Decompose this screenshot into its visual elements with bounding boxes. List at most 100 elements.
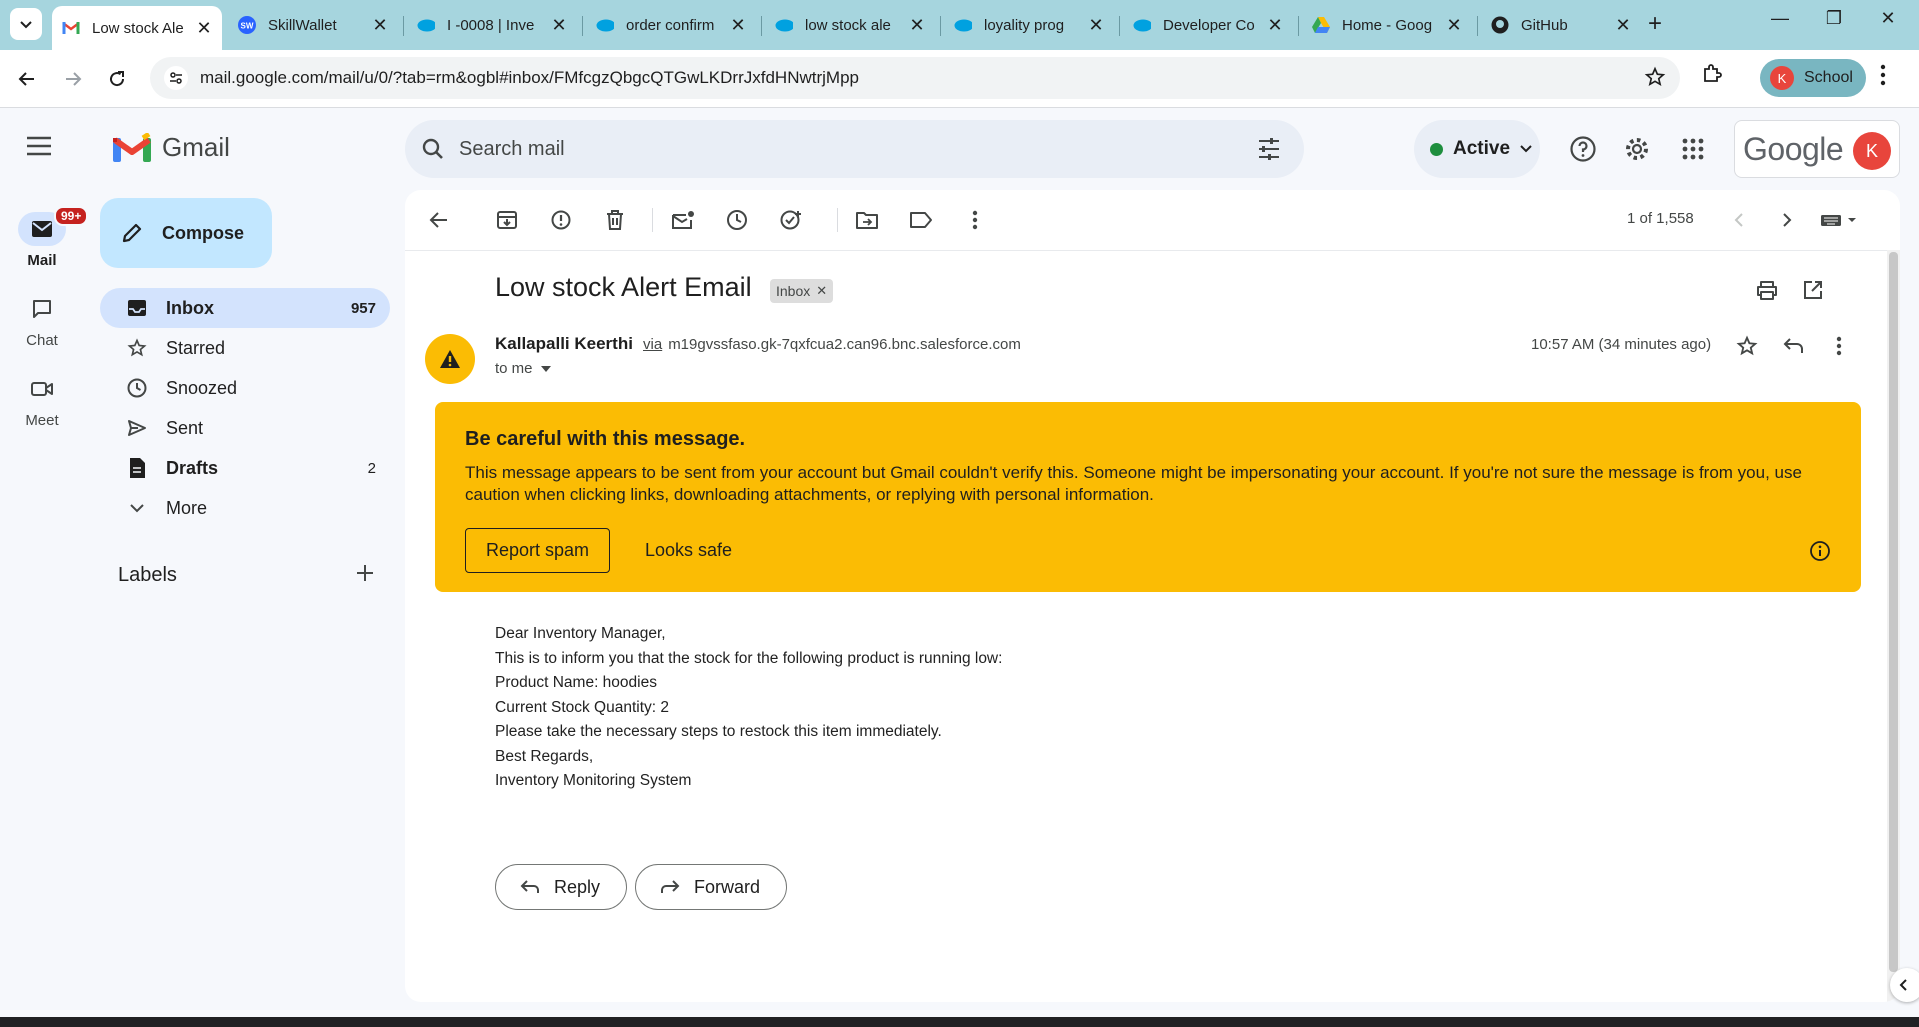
search-bar[interactable]: Search mail [405,120,1304,178]
email-timestamp: 10:57 AM (34 minutes ago) [1531,336,1712,353]
folder-sent[interactable]: Sent [100,408,390,448]
salesforce-icon [1133,16,1151,34]
browser-menu-icon[interactable] [1880,64,1886,91]
address-bar[interactable]: mail.google.com/mail/u/0/?tab=rm&ogbl#in… [150,57,1680,99]
reload-icon[interactable] [100,62,134,96]
message-more-options-icon[interactable] [1823,330,1855,362]
new-tab-plus-icon[interactable]: + [1648,10,1662,38]
status-dot-icon [1430,142,1443,156]
sender-name[interactable]: Kallapalli Keerthi [495,334,633,354]
info-icon[interactable] [1809,540,1831,567]
help-icon[interactable] [1566,132,1600,166]
extensions-puzzle-icon[interactable] [1700,62,1724,91]
close-tab-icon[interactable]: ✕ [1088,15,1104,36]
print-icon[interactable] [1751,274,1783,306]
profile-name: School [1804,69,1853,86]
close-tab-icon[interactable]: ✕ [372,15,388,36]
rail-mail[interactable]: 99+ Mail [18,206,89,269]
tab-low-stock[interactable]: low stock ale ✕ [765,6,935,44]
gmail-logo[interactable]: Gmail [112,132,230,163]
side-panel-toggle-chevron-icon[interactable] [1890,968,1919,1002]
tab-loyalty[interactable]: loyality prog ✕ [944,6,1114,44]
tab-separator [940,16,941,36]
site-info-icon[interactable] [164,66,188,90]
minimize-icon[interactable]: — [1760,8,1800,29]
snooze-clock-icon[interactable] [721,204,753,236]
newer-chevron-left-icon[interactable] [1723,204,1755,236]
compose-button[interactable]: Compose [100,198,272,268]
folder-more[interactable]: More [100,488,390,528]
back-icon[interactable] [10,62,44,96]
restore-icon[interactable]: ❐ [1814,8,1854,29]
account-avatar[interactable]: K [1853,132,1891,170]
report-spam-button[interactable]: Report spam [465,528,610,573]
browser-tab-bar: Low stock Ale ✕ SW SkillWallet ✕ I -0008… [0,0,1919,50]
input-tools-keyboard-icon[interactable] [1815,204,1865,236]
forward-icon[interactable] [56,62,90,96]
browser-toolbar: mail.google.com/mail/u/0/?tab=rm&ogbl#in… [0,50,1919,108]
label-tag-icon[interactable] [905,204,937,236]
folder-inbox[interactable]: Inbox 957 [100,288,390,328]
recipient-details[interactable]: to me [495,360,551,377]
close-tab-icon[interactable]: ✕ [909,15,925,36]
settings-gear-icon[interactable] [1620,132,1654,166]
browser-profile-button[interactable]: K School [1760,59,1866,97]
close-tab-icon[interactable]: ✕ [1446,15,1462,36]
sender-warning-avatar [425,334,475,384]
tab-skillwallet[interactable]: SW SkillWallet ✕ [228,6,398,44]
tab-salesforce-inventory[interactable]: I -0008 | Inve ✕ [407,6,577,44]
status-dropdown[interactable]: Active [1414,120,1540,178]
remove-label-close-icon[interactable]: ✕ [816,283,827,299]
mark-unread-icon[interactable] [667,204,699,236]
forward-button[interactable]: Forward [635,864,788,910]
older-chevron-right-icon[interactable] [1771,204,1803,236]
body-line: This is to inform you that the stock for… [495,649,1003,667]
reply-arrow-icon[interactable] [1777,330,1809,362]
search-input[interactable]: Search mail [459,138,565,161]
google-account-area[interactable]: Google K [1734,120,1900,178]
tab-github[interactable]: GitHub ✕ [1481,6,1641,44]
more-options-icon[interactable] [959,204,991,236]
close-tab-icon[interactable]: ✕ [196,18,212,39]
report-spam-icon[interactable] [545,204,577,236]
star-message-icon[interactable] [1731,330,1763,362]
rail-chat-label: Chat [26,332,58,349]
archive-icon[interactable] [491,204,523,236]
reply-button[interactable]: Reply [495,864,628,910]
rail-meet[interactable]: Meet [18,372,66,429]
looks-safe-button[interactable]: Looks safe [645,528,732,573]
back-to-inbox-icon[interactable] [423,204,455,236]
open-new-window-icon[interactable] [1797,274,1829,306]
delete-trash-icon[interactable] [599,204,631,236]
via-link[interactable]: via [643,336,662,353]
folder-label: Starred [166,337,226,358]
tab-gmail[interactable]: Low stock Ale ✕ [52,6,222,50]
close-tab-icon[interactable]: ✕ [1267,15,1283,36]
folder-drafts[interactable]: Drafts 2 [100,448,390,488]
tab-google-drive[interactable]: Home - Goog ✕ [1302,6,1472,44]
move-to-folder-icon[interactable] [851,204,883,236]
close-window-icon[interactable]: ✕ [1868,8,1908,29]
tab-search-button[interactable] [10,8,42,40]
bookmark-star-icon[interactable] [1644,66,1666,93]
status-label: Active [1453,138,1511,159]
folder-starred[interactable]: Starred [100,328,390,368]
add-label-plus-icon[interactable] [354,562,376,589]
folder-snoozed[interactable]: Snoozed [100,368,390,408]
email-subject: Low stock Alert Email [495,272,752,302]
search-options-icon[interactable] [1256,136,1282,167]
close-tab-icon[interactable]: ✕ [1615,15,1631,36]
tab-developer-console[interactable]: Developer Co ✕ [1123,6,1293,44]
main-menu-icon[interactable] [26,136,58,162]
google-apps-icon[interactable] [1676,132,1710,166]
close-tab-icon[interactable]: ✕ [730,15,746,36]
add-to-tasks-icon[interactable] [775,204,807,236]
body-line: Best Regards, [495,747,594,765]
close-tab-icon[interactable]: ✕ [551,15,567,36]
scrollbar-thumb[interactable] [1889,252,1898,972]
tab-order-confirm[interactable]: order confirm ✕ [586,6,756,44]
rail-chat[interactable]: Chat [18,292,66,349]
chevron-down-icon [1520,145,1532,153]
inbox-label-chip[interactable]: Inbox ✕ [770,279,834,303]
folder-label: More [166,497,208,518]
